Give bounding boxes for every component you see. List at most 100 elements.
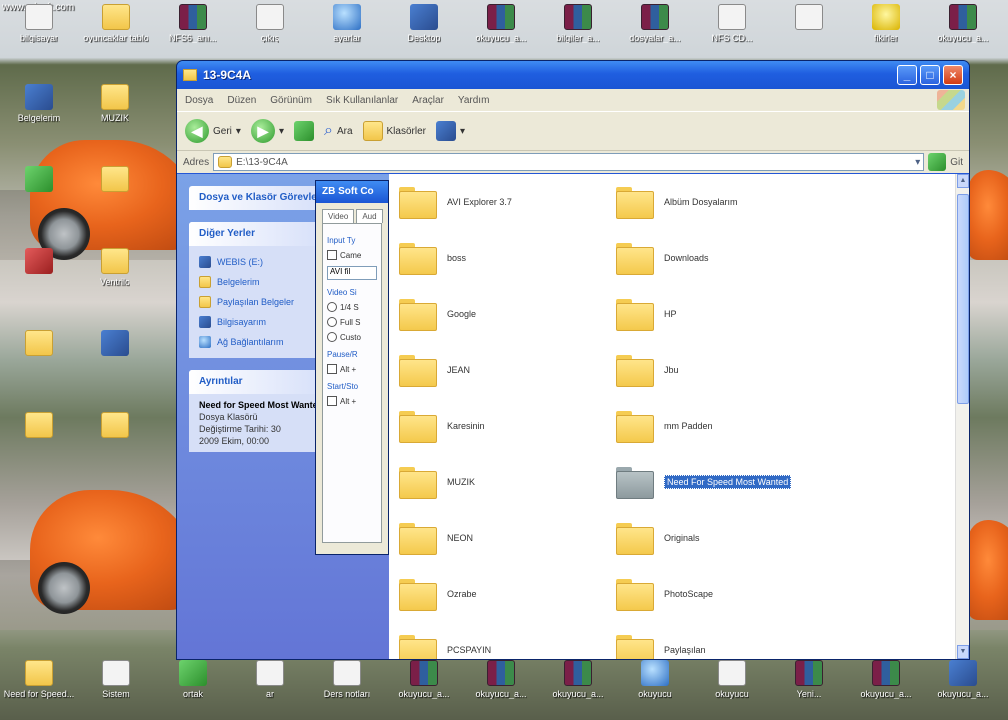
folder-item[interactable]: Need For Speed Most Wanted bbox=[616, 462, 792, 502]
desktop-item-top[interactable] bbox=[772, 4, 846, 33]
full-size-radio[interactable] bbox=[327, 317, 337, 327]
desktop-item-icon bbox=[25, 660, 53, 686]
menu-help[interactable]: Yardım bbox=[458, 95, 490, 106]
desktop-item-top[interactable]: NFS CD... bbox=[695, 4, 769, 43]
tab-video[interactable]: Video bbox=[322, 209, 355, 223]
folders-button[interactable]: Klasörler bbox=[362, 121, 426, 141]
desktop-item-top[interactable]: okuyucu_a... bbox=[464, 4, 538, 43]
folder-item[interactable]: AVI Explorer 3.7 bbox=[399, 182, 512, 222]
folder-item[interactable]: Downloads bbox=[616, 238, 709, 278]
desktop-item-label: ar bbox=[265, 689, 274, 699]
menu-view[interactable]: Görünüm bbox=[270, 95, 312, 106]
address-input[interactable]: E:\13-9C4A ▾ bbox=[213, 153, 925, 171]
desktop-item-bottom[interactable]: okuyucu_a... bbox=[387, 660, 461, 699]
custom-size-radio[interactable] bbox=[327, 332, 337, 342]
up-folder-button[interactable] bbox=[293, 121, 314, 141]
desktop-item-left[interactable] bbox=[78, 412, 152, 441]
scroll-thumb[interactable] bbox=[957, 194, 969, 404]
desktop-item-bottom[interactable]: okuyucu_a... bbox=[849, 660, 923, 699]
desktop-item-top[interactable]: oyuncaklar tablo bbox=[79, 4, 153, 43]
minimize-button[interactable]: _ bbox=[897, 65, 917, 85]
desktop-item-bottom[interactable]: Ders notları bbox=[310, 660, 384, 699]
folder-item[interactable]: mm Padden bbox=[616, 406, 713, 446]
desktop-item-top[interactable]: NFS6_anı... bbox=[156, 4, 230, 43]
chevron-down-icon[interactable]: ▾ bbox=[460, 126, 465, 137]
scroll-down-icon[interactable]: ▼ bbox=[957, 645, 969, 659]
desktop-item-bottom[interactable]: okuyucu_a... bbox=[926, 660, 1000, 699]
desktop-item-left[interactable] bbox=[2, 248, 76, 277]
chevron-down-icon[interactable]: ▾ bbox=[236, 126, 241, 137]
folder-item[interactable]: JEAN bbox=[399, 350, 470, 390]
desktop-item-left[interactable] bbox=[78, 166, 152, 195]
desktop-item-icon bbox=[179, 4, 207, 30]
menu-favorites[interactable]: Sık Kullanılanlar bbox=[326, 95, 398, 106]
folder-item[interactable]: NEON bbox=[399, 518, 473, 558]
folder-item[interactable]: MUZIK bbox=[399, 462, 475, 502]
desktop-item-left[interactable] bbox=[2, 412, 76, 441]
desktop-item-left[interactable]: Belgelerim bbox=[2, 84, 76, 123]
desktop-item-left[interactable]: Ventrilo bbox=[78, 248, 152, 287]
vertical-scrollbar[interactable]: ▲ ▼ bbox=[955, 174, 969, 659]
desktop-item-bottom[interactable]: okuyucu bbox=[695, 660, 769, 699]
forward-button[interactable]: ▶ ▾ bbox=[250, 119, 284, 143]
desktop-item-top[interactable]: dosyalar_a... bbox=[618, 4, 692, 43]
maximize-button[interactable]: □ bbox=[920, 65, 940, 85]
menu-edit[interactable]: Düzen bbox=[227, 95, 256, 106]
desktop-item-bottom[interactable]: ortak bbox=[156, 660, 230, 699]
folder-item[interactable]: Karesinin bbox=[399, 406, 485, 446]
folder-icon bbox=[616, 243, 654, 275]
desktop-item-left[interactable] bbox=[2, 330, 76, 359]
desktop-item-top[interactable]: ayarlar bbox=[310, 4, 384, 43]
scroll-up-icon[interactable]: ▲ bbox=[957, 174, 969, 188]
desktop-item-icon bbox=[487, 660, 515, 686]
desktop-item-bottom[interactable]: okuyucu bbox=[618, 660, 692, 699]
go-label[interactable]: Git bbox=[950, 157, 963, 168]
desktop-item-top[interactable]: Desktop bbox=[387, 4, 461, 43]
camera-checkbox[interactable] bbox=[327, 250, 337, 260]
desktop-item-bottom[interactable]: okuyucu_a... bbox=[464, 660, 538, 699]
desktop-item-bottom[interactable]: Sistem bbox=[79, 660, 153, 699]
folder-item[interactable]: Albüm Dosyalarım bbox=[616, 182, 738, 222]
go-arrow-icon[interactable] bbox=[928, 153, 947, 171]
folder-item[interactable]: PhotoScape bbox=[616, 574, 713, 614]
window-titlebar[interactable]: 13-9C4A _ □ × bbox=[177, 61, 969, 89]
desktop-item-bottom[interactable]: okuyucu_a... bbox=[541, 660, 615, 699]
back-button[interactable]: ◀ Geri ▾ bbox=[185, 119, 241, 143]
folder-item[interactable]: Ozrabe bbox=[399, 574, 477, 614]
desktop-item-bottom[interactable]: ar bbox=[233, 660, 307, 699]
folder-item[interactable]: Jbu bbox=[616, 350, 679, 390]
search-button[interactable]: ⌕ Ara bbox=[324, 122, 353, 140]
desktop-item-bottom[interactable]: Yeni... bbox=[772, 660, 846, 699]
folder-item[interactable]: Google bbox=[399, 294, 476, 334]
desktop-item-icon bbox=[718, 4, 746, 30]
folder-item[interactable]: Paylaşılan bbox=[616, 630, 706, 659]
chevron-down-icon[interactable]: ▾ bbox=[279, 126, 284, 137]
desktop-item-left[interactable] bbox=[2, 166, 76, 195]
views-button[interactable]: ▾ bbox=[435, 121, 465, 141]
desktop-item-top[interactable]: fikirler bbox=[849, 4, 923, 43]
chevron-down-icon[interactable]: ▾ bbox=[915, 157, 923, 168]
folder-item[interactable]: boss bbox=[399, 238, 466, 278]
folder-item[interactable]: HP bbox=[616, 294, 677, 334]
quarter-size-radio[interactable] bbox=[327, 302, 337, 312]
desktop-item-bottom[interactable]: Need for Speed... bbox=[2, 660, 76, 699]
folder-item[interactable]: Originals bbox=[616, 518, 700, 558]
desktop-item-top[interactable]: bilgiler_a... bbox=[541, 4, 615, 43]
menu-tools[interactable]: Araçlar bbox=[412, 95, 444, 106]
close-button[interactable]: × bbox=[943, 65, 963, 85]
desktop-item-left[interactable] bbox=[78, 330, 152, 359]
desktop-item-top[interactable]: okuyucu_a... bbox=[926, 4, 1000, 43]
format-select[interactable]: AVI fil bbox=[327, 266, 377, 280]
desktop-item-top[interactable]: bilgisayar bbox=[2, 4, 76, 43]
desktop-item-top[interactable]: çıkış bbox=[233, 4, 307, 43]
tab-audio[interactable]: Aud bbox=[356, 209, 383, 223]
desktop-item-label: okuyucu_a... bbox=[475, 33, 527, 43]
other-place-label: Bilgisayarım bbox=[217, 317, 267, 327]
menu-file[interactable]: Dosya bbox=[185, 95, 213, 106]
folder-icon bbox=[218, 156, 233, 168]
folder-item[interactable]: PCSPAYIN bbox=[399, 630, 491, 659]
dialog-title[interactable]: ZB Soft Co bbox=[316, 181, 388, 203]
pause-hotkey-checkbox[interactable] bbox=[327, 364, 337, 374]
desktop-item-left[interactable]: MUZIK bbox=[78, 84, 152, 123]
start-hotkey-checkbox[interactable] bbox=[327, 396, 337, 406]
